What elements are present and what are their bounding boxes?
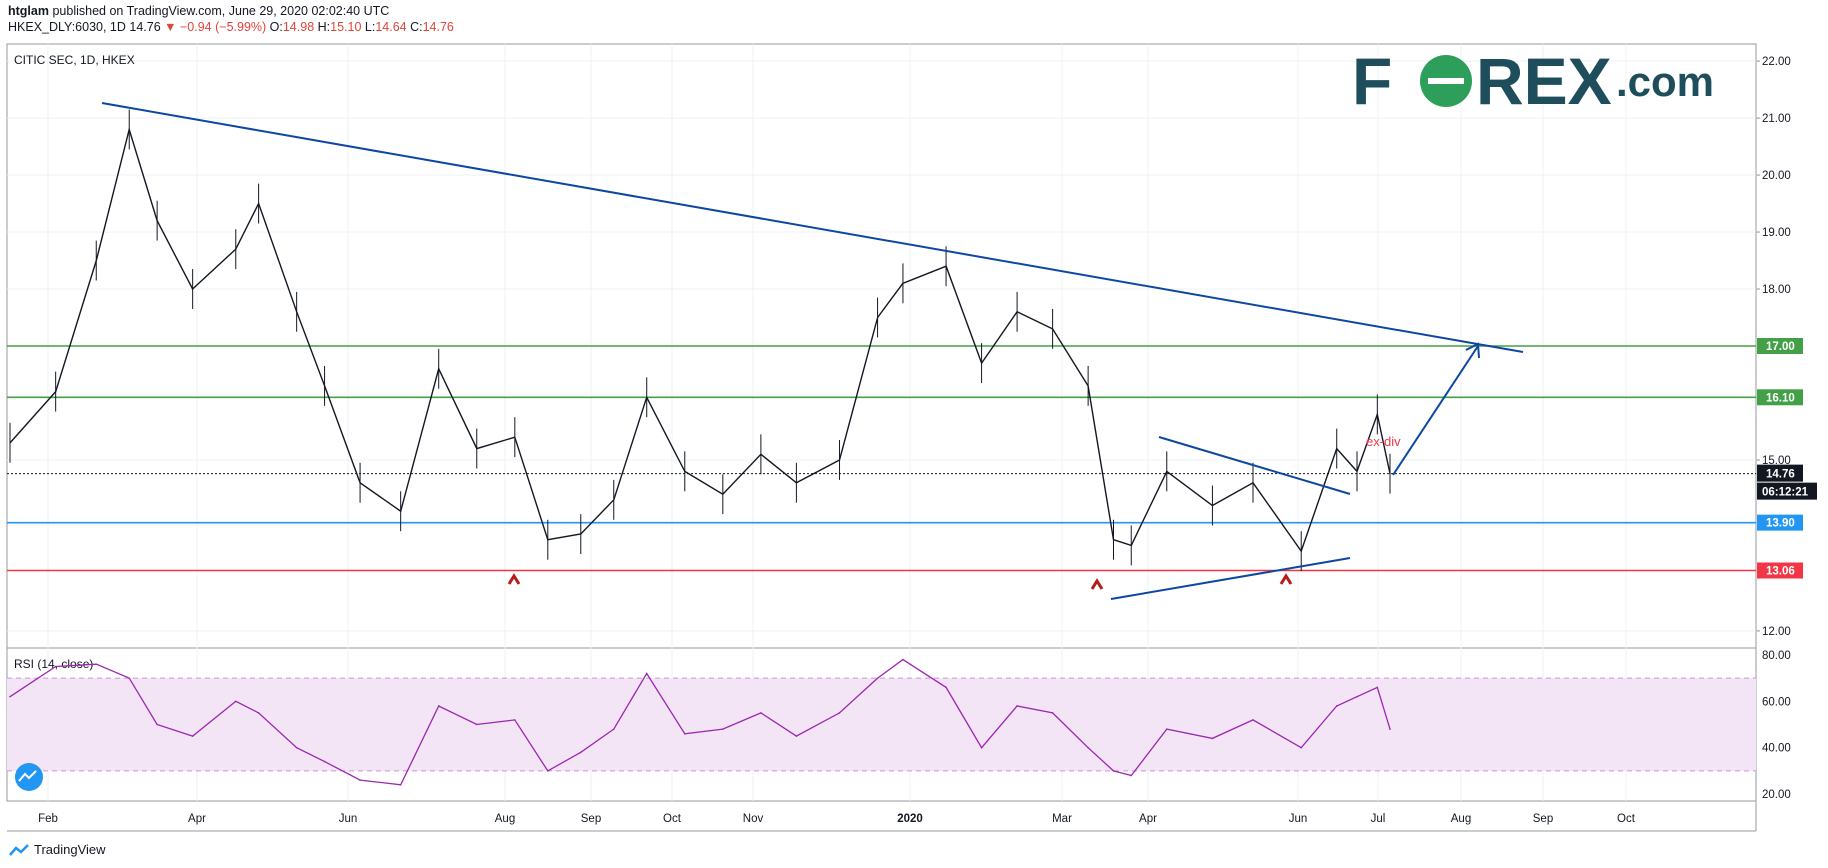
target-arrow-line <box>1392 345 1479 476</box>
logo-text-left: F <box>1352 44 1392 118</box>
rsi-axis-ticks: 80.00 60.00 40.00 20.00 <box>1762 650 1791 801</box>
level-badge-label: 13.90 <box>1766 518 1795 530</box>
y-tick-label: 18.00 <box>1762 284 1791 296</box>
rsi-point <box>546 770 549 772</box>
rsi-point <box>1165 728 1168 730</box>
rsi-point <box>722 728 724 730</box>
x-tick-label: Jun <box>1289 813 1308 825</box>
x-tick-label: Sep <box>1533 813 1553 825</box>
rsi-point <box>1130 774 1133 777</box>
rsi-band-fill <box>7 678 1756 771</box>
level-badge-label: 16.10 <box>1766 392 1795 404</box>
x-tick-label: Jun <box>339 813 358 825</box>
rsi-point <box>1087 746 1089 749</box>
pane-title: CITIC SEC, 1D, HKEX <box>14 53 135 67</box>
footer: TradingView <box>8 842 106 857</box>
price-series <box>9 109 1391 572</box>
x-tick-label: Apr <box>1139 813 1157 825</box>
x-tick-label: Feb <box>38 813 58 825</box>
rsi-point <box>1112 770 1115 772</box>
footer-brand[interactable]: TradingView <box>34 842 106 857</box>
rsi-point <box>475 723 478 726</box>
x-tick-label: Aug <box>1451 813 1471 825</box>
rsi-point <box>128 677 131 679</box>
rsi-point <box>876 677 879 679</box>
rsi-point <box>683 732 686 735</box>
rsi-point <box>612 728 615 730</box>
x-tick-label: Mar <box>1052 813 1072 825</box>
x-tick-label: Oct <box>663 813 682 825</box>
rsi-point <box>437 705 440 707</box>
rsi-point <box>9 695 11 698</box>
rsi-point <box>1376 686 1379 689</box>
price-line <box>9 126 1391 553</box>
tradingview-bubble-icon[interactable] <box>15 763 43 791</box>
x-tick-label: Apr <box>188 813 206 825</box>
rsi-point <box>1300 746 1303 749</box>
time-axis-ticks: Feb Apr Jun Aug Sep Oct Nov 2020 Mar Apr Jun Jul Aug… <box>38 813 1636 825</box>
long-downtrend-line <box>101 102 1524 353</box>
x-tick-label: Oct <box>1617 813 1636 825</box>
rsi-point <box>514 719 516 721</box>
ex-div-annotation: ex-div <box>1366 434 1401 449</box>
rsi-title: RSI (14, close) <box>14 657 93 671</box>
horizontal-levels <box>7 345 1756 572</box>
y-tick-label: 19.00 <box>1762 227 1791 239</box>
rsi-point <box>1211 737 1214 740</box>
x-tick-label: Sep <box>581 813 601 825</box>
rsi-point <box>1356 695 1358 698</box>
up-arrow-icon <box>1279 573 1293 585</box>
rsi-point <box>1016 705 1018 707</box>
rsi-point <box>945 686 947 689</box>
rsi-point <box>1252 719 1254 721</box>
y-tick-label: 20.00 <box>1762 170 1791 182</box>
up-arrow-icon <box>1090 578 1104 590</box>
x-tick-label: Nov <box>743 813 764 825</box>
tradingview-logo-icon <box>9 843 29 856</box>
y-tick-label: 21.00 <box>1762 113 1791 125</box>
rsi-point <box>1335 705 1338 707</box>
forex-logo: F REX .com <box>1352 44 1714 118</box>
up-arrow-icon <box>507 573 521 585</box>
rsi-point <box>54 665 57 668</box>
rsi-point <box>95 663 98 666</box>
rsi-point <box>760 712 762 714</box>
wedge-lower-line <box>1110 557 1351 600</box>
x-tick-label: Aug <box>495 813 515 825</box>
rsi-tick-label: 40.00 <box>1762 743 1791 755</box>
rsi-point <box>323 760 326 763</box>
level-badge-label: 17.00 <box>1766 341 1795 353</box>
rsi-tick-label: 20.00 <box>1762 789 1791 801</box>
logo-text-dotcom: .com <box>1616 58 1714 105</box>
x-tick-label: 2020 <box>897 813 923 825</box>
rsi-point <box>156 723 158 726</box>
rsi-point <box>234 700 237 703</box>
y-tick-label: 12.00 <box>1762 626 1791 638</box>
rsi-point <box>579 751 582 754</box>
rsi-point <box>902 658 904 661</box>
countdown-label: 06:12:21 <box>1762 487 1809 499</box>
x-tick-label: Jul <box>1371 813 1386 825</box>
y-tick-label: 22.00 <box>1762 56 1791 68</box>
rsi-point <box>645 672 648 675</box>
logo-text-mid: REX <box>1476 44 1612 118</box>
rsi-point <box>795 735 798 737</box>
rsi-tick-label: 60.00 <box>1762 696 1791 708</box>
price-badge-label: 14.76 <box>1766 469 1795 481</box>
chart-canvas[interactable]: F REX .com CITIC SEC, 1D, HKEX RSI (14, … <box>0 0 1828 868</box>
rsi-band <box>7 677 1756 772</box>
rsi-point <box>359 779 361 781</box>
rsi-point <box>295 746 298 749</box>
rsi-tick-label: 80.00 <box>1762 650 1791 662</box>
level-badge-label: 13.06 <box>1766 566 1795 578</box>
rsi-point <box>1051 712 1054 714</box>
rsi-point <box>191 735 194 737</box>
rsi-point <box>838 712 841 714</box>
rsi-point <box>1389 728 1391 730</box>
rsi-point <box>257 712 260 714</box>
rsi-point <box>399 783 402 786</box>
rsi-point <box>980 746 983 749</box>
